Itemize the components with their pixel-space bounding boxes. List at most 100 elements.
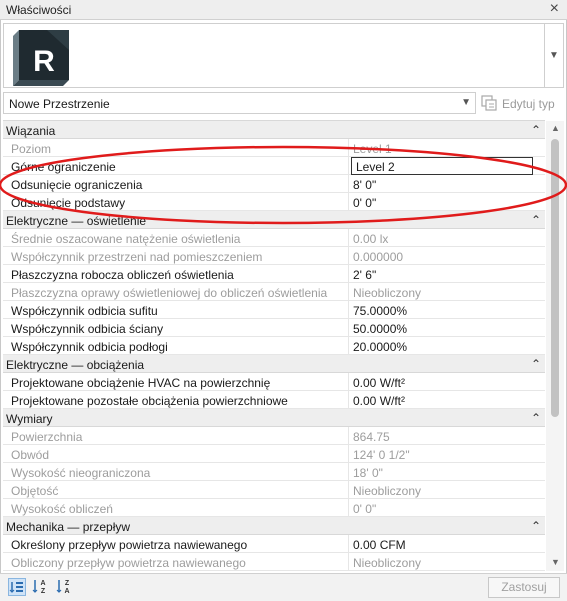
property-value[interactable]: 0.00 CFM <box>353 538 406 552</box>
property-row[interactable]: Obwód 124' 0 1/2" <box>3 445 545 463</box>
sort-descending-button[interactable]: Z A <box>56 578 74 596</box>
svg-text:Z: Z <box>65 580 70 587</box>
column-divider <box>348 265 349 282</box>
property-name: Obliczony przepływ powietrza nawiewanego <box>11 556 246 570</box>
collapse-chevron-icon[interactable]: ⌃ <box>531 123 541 137</box>
property-row[interactable]: Górne ograniczenie Level 2 <box>3 157 545 175</box>
property-row[interactable]: Projektowane obciążenie HVAC na powierzc… <box>3 373 545 391</box>
property-value-dropdown[interactable]: Level 2 <box>351 157 533 175</box>
footer-bar: A Z Z A Zastosuj <box>0 573 567 601</box>
property-value[interactable]: 8' 0" <box>353 178 376 192</box>
edit-type-button[interactable]: Edytuj typ <box>481 94 564 114</box>
property-name: Płaszczyzna oprawy oświetleniowej do obl… <box>11 286 328 300</box>
property-value[interactable]: 50.0000% <box>353 322 407 336</box>
vertical-scrollbar[interactable]: ▲ ▼ <box>546 121 564 571</box>
column-divider <box>348 301 349 318</box>
group-header[interactable]: Wiązania ⌃ <box>3 121 545 139</box>
property-name: Wysokość nieograniczona <box>11 466 151 480</box>
property-row[interactable]: Współczynnik odbicia podłogi 20.0000% <box>3 337 545 355</box>
sort-ascending-icon: A Z <box>32 580 46 595</box>
property-row[interactable]: Współczynnik odbicia sufitu 75.0000% <box>3 301 545 319</box>
property-name: Wysokość obliczeń <box>11 502 113 516</box>
type-selector[interactable]: Nowe Przestrzenie ▼ <box>3 92 476 114</box>
property-value: 124' 0 1/2" <box>353 448 410 462</box>
property-name: Odsunięcie podstawy <box>11 196 126 210</box>
column-divider <box>348 481 349 498</box>
column-divider <box>348 229 349 246</box>
group-header[interactable]: Elektryczne — obciążenia ⌃ <box>3 355 545 373</box>
property-row[interactable]: Odsunięcie ograniczenia 8' 0" <box>3 175 545 193</box>
sort-ascending-button[interactable]: A Z <box>32 578 50 596</box>
property-name: Określony przepływ powietrza nawiewanego <box>11 538 248 552</box>
scroll-down-icon[interactable]: ▼ <box>551 557 560 567</box>
property-value: Nieobliczony <box>353 556 422 570</box>
properties-grid: Wiązania ⌃ Poziom Level 1 Górne ograniczenie… <box>3 120 545 571</box>
property-row[interactable]: Wysokość nieograniczona 18' 0" <box>3 463 545 481</box>
sort-grouped-icon <box>9 582 23 593</box>
scroll-up-icon[interactable]: ▲ <box>551 123 560 133</box>
column-divider <box>348 445 349 462</box>
property-row[interactable]: Objętość Nieobliczony <box>3 481 545 499</box>
property-row[interactable]: Współczynnik przestrzeni nad pomieszczen… <box>3 247 545 265</box>
column-divider <box>348 319 349 336</box>
column-divider <box>348 193 349 210</box>
property-value[interactable]: 0.00 W/ft² <box>353 376 405 390</box>
group-header-label: Wymiary <box>6 412 53 426</box>
title-bar: Właściwości × <box>0 0 567 20</box>
property-value: Nieobliczony <box>353 484 422 498</box>
group-header-label: Elektryczne — oświetlenie <box>6 214 147 228</box>
property-name: Projektowane obciążenie HVAC na powierzc… <box>11 376 271 390</box>
svg-text:A: A <box>40 580 45 587</box>
property-row[interactable]: Projektowane pozostałe obciążenia powier… <box>3 391 545 409</box>
close-icon[interactable]: × <box>550 1 559 17</box>
property-value[interactable]: 0' 0" <box>353 196 376 210</box>
property-name: Projektowane pozostałe obciążenia powier… <box>11 394 288 408</box>
property-name: Odsunięcie ograniczenia <box>11 178 143 192</box>
collapse-chevron-icon[interactable]: ⌃ <box>531 411 541 425</box>
property-row[interactable]: Obliczony przepływ powietrza nawiewanego… <box>3 553 545 571</box>
group-header-label: Mechanika — przepływ <box>6 520 131 534</box>
column-divider <box>348 175 349 192</box>
column-divider <box>348 499 349 516</box>
collapse-chevron-icon[interactable]: ⌃ <box>531 213 541 227</box>
group-header-label: Wiązania <box>6 124 56 138</box>
property-row[interactable]: Poziom Level 1 <box>3 139 545 157</box>
property-row[interactable]: Współczynnik odbicia ściany 50.0000% <box>3 319 545 337</box>
column-divider <box>348 139 349 156</box>
chevron-down-icon: ▼ <box>461 97 471 108</box>
property-row[interactable]: Określony przepływ powietrza nawiewanego… <box>3 535 545 553</box>
property-row[interactable]: Odsunięcie podstawy 0' 0" <box>3 193 545 211</box>
group-header[interactable]: Wymiary ⌃ <box>3 409 545 427</box>
property-value[interactable]: 20.0000% <box>353 340 407 354</box>
column-divider <box>348 337 349 354</box>
property-name: Powierzchnia <box>11 430 83 444</box>
property-value: 0' 0" <box>353 502 377 516</box>
group-header[interactable]: Mechanika — przepływ ⌃ <box>3 517 545 535</box>
property-value[interactable]: 0.00 W/ft² <box>353 394 405 408</box>
property-value[interactable]: 75.0000% <box>353 304 407 318</box>
collapse-chevron-icon[interactable]: ⌃ <box>531 519 541 533</box>
property-name: Poziom <box>11 142 52 156</box>
property-row[interactable]: Płaszczyzna oprawy oświetleniowej do obl… <box>3 283 545 301</box>
group-header[interactable]: Elektryczne — oświetlenie ⌃ <box>3 211 545 229</box>
property-value[interactable]: 2' 6" <box>353 268 376 282</box>
type-preview: R <box>3 23 545 88</box>
column-divider <box>348 157 349 174</box>
property-name: Współczynnik odbicia sufitu <box>11 304 158 318</box>
property-row[interactable]: Płaszczyzna robocza obliczeń oświetlenia… <box>3 265 545 283</box>
property-row[interactable]: Powierzchnia 864.75 <box>3 427 545 445</box>
collapse-chevron-icon[interactable]: ⌃ <box>531 357 541 371</box>
property-name: Współczynnik przestrzeni nad pomieszczen… <box>11 250 263 264</box>
property-name: Współczynnik odbicia podłogi <box>11 340 168 354</box>
property-name: Średnie oszacowane natężenie oświetlenia <box>11 232 241 246</box>
type-preview-dropdown[interactable]: ▼ <box>545 23 564 88</box>
property-row[interactable]: Wysokość obliczeń 0' 0" <box>3 499 545 517</box>
apply-button[interactable]: Zastosuj <box>488 577 560 598</box>
revit-logo-icon: R <box>13 30 69 86</box>
scrollbar-thumb[interactable] <box>551 139 559 417</box>
property-name: Obwód <box>11 448 50 462</box>
property-value: 0.00 lx <box>353 232 389 246</box>
type-selector-value: Nowe Przestrzenie <box>9 97 110 111</box>
property-row[interactable]: Średnie oszacowane natężenie oświetlenia… <box>3 229 545 247</box>
group-by-category-button[interactable] <box>8 578 26 596</box>
